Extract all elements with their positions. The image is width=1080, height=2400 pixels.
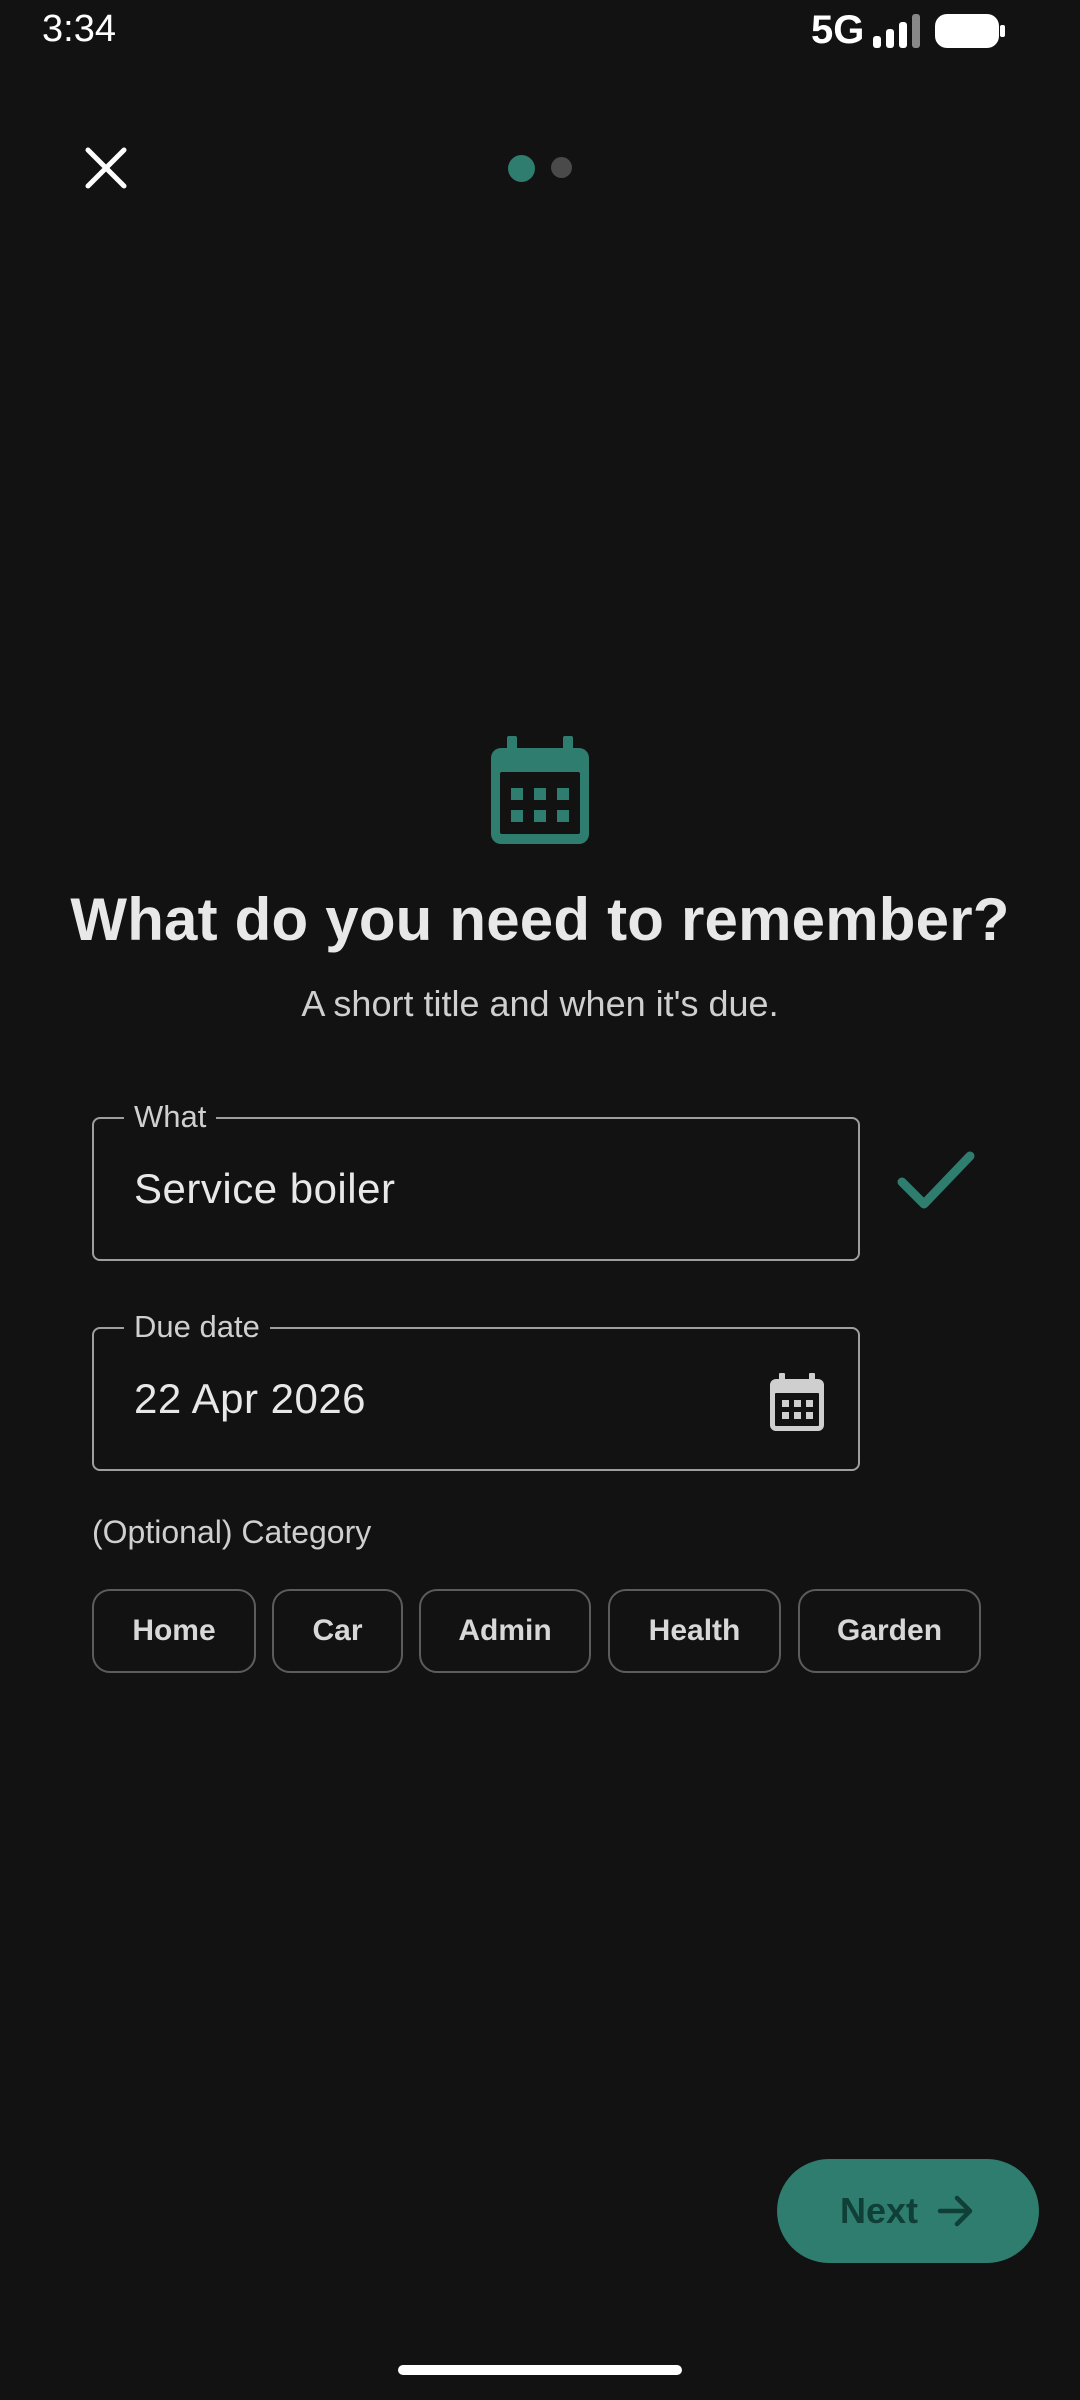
battery-icon	[935, 14, 1005, 48]
arrow-right-icon	[937, 2195, 973, 2227]
signal-icon	[873, 14, 920, 48]
network-type: 5G	[811, 8, 865, 52]
step-indicator-active	[508, 155, 535, 182]
page-subtitle: A short title and when it's due.	[301, 983, 779, 1024]
calendar-picker-icon[interactable]	[770, 1373, 824, 1431]
next-button-label: Next	[839, 2190, 919, 2231]
status-time: 3:34	[42, 8, 116, 50]
step-indicator-inactive	[551, 157, 572, 178]
due-date-value[interactable]: 22 Apr 2026	[134, 1375, 366, 1423]
check-icon	[897, 1151, 975, 1209]
category-chip-health[interactable]: Health	[608, 1589, 781, 1673]
category-chip-home[interactable]: Home	[92, 1589, 256, 1673]
close-icon	[85, 147, 127, 189]
close-button[interactable]	[66, 128, 146, 208]
next-button[interactable]: Next	[777, 2159, 1039, 2263]
category-chip-garden[interactable]: Garden	[798, 1589, 981, 1673]
due-date-label: Due date	[124, 1307, 270, 1347]
page-title: What do you need to remember?	[70, 886, 1010, 953]
due-date-field[interactable]: Due date 22 Apr 2026	[92, 1307, 860, 1471]
category-label: (Optional) Category	[92, 1514, 372, 1550]
what-field-value[interactable]: Service boiler	[134, 1165, 395, 1213]
category-chip-admin[interactable]: Admin	[419, 1589, 591, 1673]
calendar-icon	[491, 736, 589, 844]
category-chip-car[interactable]: Car	[272, 1589, 403, 1673]
home-indicator[interactable]	[398, 2365, 682, 2375]
what-field[interactable]: What Service boiler	[92, 1097, 860, 1261]
what-field-label: What	[124, 1097, 217, 1137]
